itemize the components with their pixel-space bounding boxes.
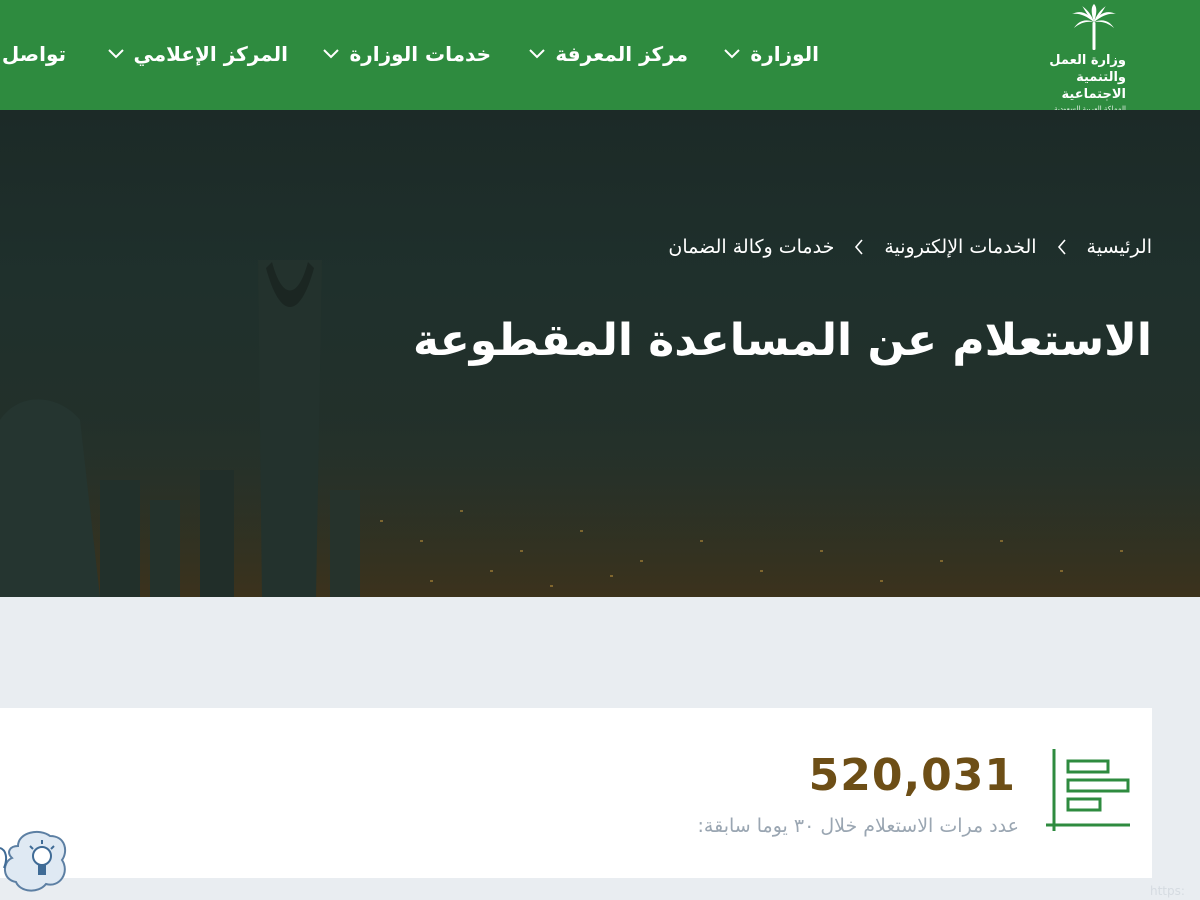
breadcrumb-item-eservices[interactable]: الخدمات الإلكترونية — [884, 236, 1036, 258]
breadcrumb-item-home[interactable]: الرئيسية — [1087, 236, 1152, 258]
logo-text: وزارة العمل والتنمية الاجتماعية المملكة … — [1038, 52, 1126, 115]
chevron-down-icon — [724, 49, 741, 59]
help-chat-button[interactable] — [0, 828, 72, 898]
ministry-logo[interactable]: وزارة العمل والتنمية الاجتماعية المملكة … — [1038, 4, 1148, 113]
inquiry-count-value: 520,031 — [808, 750, 1016, 801]
status-url-hint: https: — [1150, 884, 1185, 898]
nav-item-ministry-services[interactable]: خدمات الوزارة — [323, 37, 491, 71]
nav-item-contact[interactable]: تواصل — [2, 37, 66, 71]
logo-line-development: والتنمية الاجتماعية — [1061, 70, 1126, 102]
lightbulb-help-icon — [0, 830, 67, 892]
nav-item-label: مركز المعرفة — [555, 42, 688, 66]
nav-item-knowledge-center[interactable]: مركز المعرفة — [529, 37, 688, 71]
nav-item-label: تواصل — [1, 42, 66, 66]
bar-chart-icon — [1046, 749, 1130, 831]
nav-item-media-center[interactable]: المركز الإعلامي — [107, 37, 288, 71]
nav-item-label: الوزارة — [750, 42, 819, 66]
breadcrumb: الرئيسية الخدمات الإلكترونية خدمات وكالة… — [668, 236, 1152, 258]
chevron-left-icon — [854, 239, 864, 255]
hero-banner: الرئيسية الخدمات الإلكترونية خدمات وكالة… — [0, 110, 1200, 597]
chevron-down-icon — [529, 49, 546, 59]
chevron-left-icon — [1057, 239, 1067, 255]
nav-item-ministry[interactable]: الوزارة — [724, 37, 819, 71]
chevron-down-icon — [107, 49, 124, 59]
nav-item-label: خدمات الوزارة — [349, 42, 491, 66]
breadcrumb-item-current: خدمات وكالة الضمان — [668, 236, 835, 258]
logo-line-ministry: وزارة العمل — [1049, 53, 1126, 68]
palm-tree-logo-icon — [1072, 4, 1116, 50]
chevron-down-icon — [323, 49, 340, 59]
nav-item-label: المركز الإعلامي — [133, 42, 288, 66]
stat-card: 520,031 عدد مرات الاستعلام خلال ٣٠ يوما … — [0, 708, 1152, 878]
inquiry-count-label: عدد مرات الاستعلام خلال ٣٠ يوما سابقة: — [697, 815, 1019, 837]
top-navigation-bar: وزارة العمل والتنمية الاجتماعية المملكة … — [0, 0, 1200, 113]
page-title: الاستعلام عن المساعدة المقطوعة — [413, 315, 1152, 366]
